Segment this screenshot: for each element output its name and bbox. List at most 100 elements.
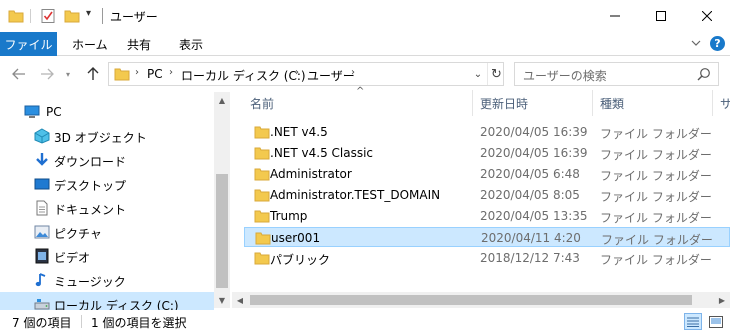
address-bar[interactable]: › PC › ローカル ディスク (C:) › ユーザー › ⌄ ↻ [108,62,504,86]
breadcrumb-separator-icon[interactable]: › [135,67,139,78]
scroll-right-icon[interactable]: ▶ [714,292,730,308]
breadcrumb-users[interactable]: ユーザー [307,67,355,84]
nav-item-label: ダウンロード [54,155,127,169]
details-view-button[interactable] [684,313,702,330]
navigation-pane: PC 3D オブジェクト ダウンロード デスクトップ ドキュメント ピクチャ ビ… [0,92,230,316]
nav-item-pc[interactable]: PC [0,100,214,124]
search-input[interactable]: ユーザーの検索 [523,67,607,84]
file-date: 2020/04/05 6:48 [480,167,580,181]
close-button[interactable] [684,0,730,32]
folder-icon [254,210,270,223]
selection-count: 1 個の項目を選択 [91,316,187,330]
column-divider[interactable] [472,90,473,116]
up-button[interactable] [84,64,102,84]
horizontal-scrollbar[interactable]: ◀ ▶ [232,292,730,308]
nav-item-music[interactable]: ミュージック [0,268,214,292]
table-row[interactable]: パブリック 2018/12/12 7:43 ファイル フォルダー [244,248,730,268]
nav-item-label: ドキュメント [54,203,127,217]
minimize-icon [610,15,620,17]
column-header-type[interactable]: 種類 [600,90,624,116]
column-divider[interactable] [712,90,713,116]
file-type: ファイル フォルダー [600,211,712,225]
file-name: .NET v4.5 [270,125,328,139]
nav-item-label: デスクトップ [54,179,127,193]
refresh-icon: ↻ [491,66,502,82]
folder-icon [114,68,130,81]
breadcrumb-separator-icon[interactable]: › [169,67,173,78]
new-folder-icon[interactable] [64,8,80,24]
back-button[interactable] [10,64,28,84]
scroll-left-icon[interactable]: ◀ [232,292,248,308]
large-icons-view-button[interactable] [707,313,725,330]
table-row[interactable]: Administrator 2020/04/05 6:48 ファイル フォルダー [244,164,730,184]
3d-objects-icon [34,128,50,144]
scroll-down-icon[interactable]: ▼ [214,292,230,308]
folder-icon[interactable] [8,8,24,24]
forward-button[interactable] [38,64,56,84]
file-date: 2020/04/11 4:20 [481,231,581,245]
properties-icon[interactable] [40,8,56,24]
column-header-date[interactable]: 更新日時 [480,90,528,116]
nav-item-downloads[interactable]: ダウンロード [0,148,214,172]
file-date: 2020/04/05 13:35 [480,209,588,223]
column-divider[interactable] [592,90,593,116]
file-type: ファイル フォルダー [600,190,712,204]
tab-view[interactable]: 表示 [179,32,203,56]
music-icon [35,273,46,287]
nav-scrollbar[interactable]: ▲ ▼ [214,92,230,308]
breadcrumb-separator-icon[interactable]: › [295,67,299,78]
arrow-up-icon [87,67,99,80]
nav-item-documents[interactable]: ドキュメント [0,196,214,220]
folder-icon [255,232,271,245]
search-box[interactable]: ユーザーの検索 [514,62,719,86]
large-icons-view-icon [709,315,723,328]
file-name: パブリック [270,253,331,267]
column-header-size[interactable]: サ [720,90,730,116]
file-type: ファイル フォルダー [600,253,712,267]
scroll-up-icon[interactable]: ▲ [214,92,230,108]
help-button[interactable]: ? [710,36,725,51]
nav-item-label: PC [46,105,62,119]
search-icon[interactable] [697,67,711,81]
table-row[interactable]: .NET v4.5 2020/04/05 16:39 ファイル フォルダー [244,122,730,142]
breadcrumb-local-disk[interactable]: ローカル ディスク (C:) [181,67,306,84]
breadcrumb-pc[interactable]: PC [147,67,163,81]
maximize-button[interactable] [638,0,684,32]
tab-share[interactable]: 共有 [127,32,151,56]
recent-locations-button[interactable]: ▾ [62,64,74,84]
address-history-button[interactable]: ⌄ [469,63,487,85]
scroll-thumb[interactable] [216,174,228,288]
pictures-icon [34,225,50,239]
table-row[interactable]: Administrator.TEST_DOMAIN 2020/04/05 8:0… [244,185,730,205]
nav-item-3d-objects[interactable]: 3D オブジェクト [0,124,214,148]
status-bar: 7 個の項目 1 個の項目を選択 [0,310,730,333]
column-header-name[interactable]: 名前 [250,90,274,116]
desktop-icon [34,178,50,190]
file-date: 2020/04/05 8:05 [480,188,580,202]
tab-file[interactable]: ファイル [0,32,57,56]
file-name: user001 [271,231,321,245]
window-title: ユーザー [110,10,158,24]
table-row[interactable]: Trump 2020/04/05 13:35 ファイル フォルダー [244,206,730,226]
documents-icon [36,200,48,216]
table-row[interactable]: .NET v4.5 Classic 2020/04/05 16:39 ファイル … [244,143,730,163]
close-icon [702,11,712,21]
nav-item-videos[interactable]: ビデオ [0,244,214,268]
nav-item-pictures[interactable]: ピクチャ [0,220,214,244]
scroll-thumb[interactable] [250,295,692,305]
customize-quick-access-icon[interactable]: ▾ [86,8,91,19]
minimize-button[interactable] [592,0,638,32]
ribbon-tabs: ファイル ホーム 共有 表示 ? [0,32,730,56]
pc-icon [24,105,40,118]
nav-item-desktop[interactable]: デスクトップ [0,172,214,196]
folder-icon [254,126,270,139]
tab-home[interactable]: ホーム [72,32,108,56]
breadcrumb-separator-icon[interactable]: › [351,67,355,78]
arrow-right-icon [41,68,54,80]
file-date: 2020/04/05 16:39 [480,125,588,139]
folder-icon [254,147,270,160]
refresh-button[interactable]: ↻ [487,63,505,85]
arrow-left-icon [12,68,25,80]
table-row[interactable]: user001 2020/04/11 4:20 ファイル フォルダー [244,227,730,247]
expand-ribbon-icon[interactable] [690,37,702,49]
